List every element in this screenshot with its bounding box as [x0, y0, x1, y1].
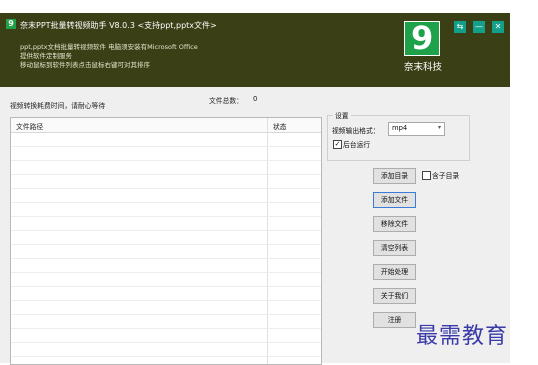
table-row-line: [11, 342, 321, 343]
settings-title: 设置: [333, 110, 351, 120]
table-row-line: [11, 216, 321, 217]
pin-icon[interactable]: ⇆: [454, 21, 466, 33]
table-row-line: [11, 160, 321, 161]
status-message: 视频转换耗费时间，请耐心等待: [10, 102, 106, 110]
remove-file-button[interactable]: 移除文件: [373, 216, 416, 232]
file-count-label: 文件总数：: [209, 97, 243, 105]
table-row-line: [11, 300, 321, 301]
include-subdir-checkbox[interactable]: [422, 171, 431, 180]
minimize-icon[interactable]: —: [473, 21, 485, 33]
column-header-path[interactable]: 文件路径: [16, 121, 43, 131]
table-row-line: [11, 258, 321, 259]
brand-name: 奈末科技: [404, 62, 443, 73]
window-title: 奈末PPT批量转视频助手 V8.0.3 <支持ppt,pptx文件>: [20, 21, 217, 30]
clear-list-button[interactable]: 清空列表: [373, 240, 416, 256]
table-row-line: [11, 328, 321, 329]
table-row-line: [11, 286, 321, 287]
table-row-line: [11, 244, 321, 245]
table-row-line: [11, 202, 321, 203]
include-subdir-label: 含子目录: [432, 172, 460, 180]
start-process-button[interactable]: 开始处理: [373, 264, 416, 280]
file-list-table[interactable]: 文件路径 状态: [10, 117, 322, 365]
watermark-text: 最需教育: [416, 324, 509, 349]
table-row-line: [11, 314, 321, 315]
format-select-value: mp4: [392, 124, 408, 132]
column-header-status[interactable]: 状态: [273, 121, 287, 131]
app-logo-icon: 9: [6, 19, 16, 29]
brand-logo: 9: [404, 19, 440, 57]
register-button[interactable]: 注册: [373, 312, 416, 328]
background-run-checkbox[interactable]: ✓: [333, 140, 342, 149]
logo-nine-glyph: 9: [411, 19, 434, 57]
header-banner: 9 奈末PPT批量转视频助手 V8.0.3 <支持ppt,pptx文件> ppt…: [0, 13, 510, 87]
format-select[interactable]: mp4 ▾: [388, 122, 445, 136]
description-line-3: 移动鼠标到软件列表点击鼠标右键可对其排序: [20, 61, 150, 69]
format-label: 视频输出格式：: [332, 127, 380, 135]
table-row-line: [11, 188, 321, 189]
table-row-line: [11, 174, 321, 175]
add-file-button[interactable]: 添加文件: [373, 192, 416, 208]
close-icon[interactable]: ✕: [492, 21, 504, 33]
table-row-line: [11, 272, 321, 273]
file-count-value: 0: [253, 95, 258, 103]
table-row-line: [11, 146, 321, 147]
table-row-line: [11, 230, 321, 231]
table-header: 文件路径 状态: [11, 118, 321, 133]
background-run-label: 后台运行: [343, 141, 371, 149]
app-window: 9 奈末PPT批量转视频助手 V8.0.3 <支持ppt,pptx文件> ppt…: [0, 13, 510, 365]
table-row-line: [11, 356, 321, 357]
about-us-button[interactable]: 关于我们: [373, 288, 416, 304]
chevron-down-icon: ▾: [437, 124, 441, 131]
add-directory-button[interactable]: 添加目录: [373, 168, 416, 184]
